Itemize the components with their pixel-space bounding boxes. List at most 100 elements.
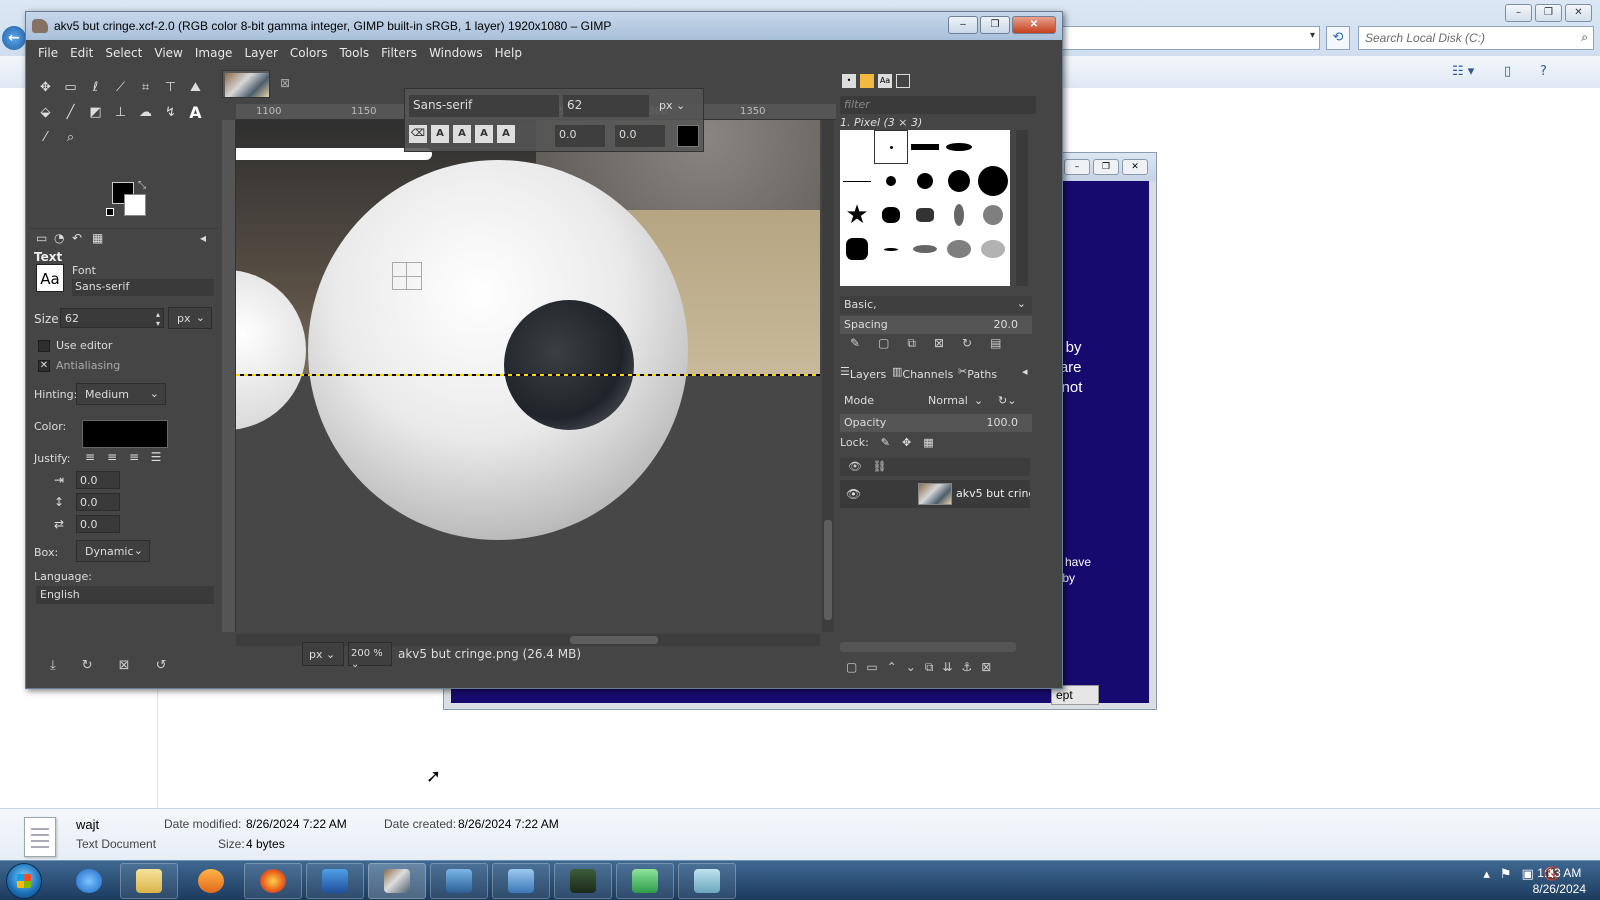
- clock[interactable]: 1:13 AM 8/26/2024: [1533, 865, 1586, 897]
- open-brush-icon[interactable]: ▤: [990, 336, 1001, 351]
- brush-item[interactable]: [976, 164, 1010, 198]
- size-unit-select[interactable]: px ⌄: [168, 307, 212, 329]
- images-tab-icon[interactable]: ▦: [92, 231, 103, 245]
- brush-item[interactable]: [840, 164, 874, 198]
- taskbar-window-3[interactable]: [492, 863, 550, 899]
- help-icon[interactable]: ?: [1540, 64, 1547, 79]
- gimp-maximize-button[interactable]: ❐: [980, 16, 1010, 34]
- brush-item[interactable]: [840, 232, 874, 266]
- delete-options-icon[interactable]: ⊠: [119, 658, 130, 673]
- move-tool-icon[interactable]: ✥: [34, 76, 57, 99]
- edit-brush-icon[interactable]: ✎: [850, 336, 860, 351]
- menu-select[interactable]: Select: [99, 40, 148, 66]
- device-status-tab-icon[interactable]: ◔: [54, 231, 64, 245]
- brush-item[interactable]: [874, 198, 908, 232]
- tab-layers[interactable]: ☰ Layers: [840, 365, 886, 381]
- refresh-brushes-icon[interactable]: ↻: [962, 336, 972, 351]
- new-layer-group-icon[interactable]: ▭: [866, 660, 877, 675]
- lower-layer-icon[interactable]: ⌄: [906, 660, 916, 675]
- taskbar-gimp[interactable]: [368, 863, 426, 899]
- taskbar-app[interactable]: [306, 863, 364, 899]
- brush-item[interactable]: [908, 164, 942, 198]
- menu-colors[interactable]: Colors: [284, 40, 334, 66]
- gimp-close-button[interactable]: ✕: [1012, 16, 1056, 34]
- bucket-fill-tool-icon[interactable]: ⬙: [34, 101, 57, 124]
- justify-center-icon[interactable]: ≡: [126, 450, 142, 464]
- box-select[interactable]: Dynamic ⌄: [76, 540, 150, 562]
- lock-alpha-icon[interactable]: ▦: [923, 436, 933, 449]
- taskbar-window-2[interactable]: [430, 863, 488, 899]
- text-color-button[interactable]: [82, 420, 168, 448]
- background-color-swatch[interactable]: [124, 194, 146, 216]
- configure-tab-icon[interactable]: ◂: [200, 231, 206, 245]
- text-tool-icon[interactable]: A: [184, 101, 207, 124]
- paths-tool-icon[interactable]: ↯: [159, 101, 182, 124]
- lock-pixels-icon[interactable]: ✎: [881, 436, 890, 449]
- zoom-select[interactable]: 200 % ⌄: [348, 642, 392, 670]
- view-options-icon[interactable]: ☷ ▾: [1452, 64, 1474, 79]
- restore-options-icon[interactable]: ↻: [82, 658, 93, 673]
- refresh-icon[interactable]: ⟲: [1326, 26, 1350, 50]
- baseline-input[interactable]: 0.0: [555, 125, 605, 147]
- dialog-minimize-button[interactable]: –: [1064, 159, 1090, 175]
- mode-switch-icon[interactable]: ↻⌄: [998, 394, 1016, 407]
- close-button[interactable]: ✕: [1565, 4, 1592, 22]
- tool-options-tab-icon[interactable]: ▭: [36, 231, 47, 245]
- taskbar-window-4[interactable]: [554, 863, 612, 899]
- delete-brush-icon[interactable]: ⊠: [934, 336, 944, 351]
- kerning-input[interactable]: 0.0: [615, 125, 665, 147]
- dialog-close-button[interactable]: ✕: [1122, 159, 1148, 175]
- otb-size-input[interactable]: 62: [563, 95, 649, 117]
- brush-set-select[interactable]: Basic, ⌄: [840, 296, 1032, 314]
- text-box-frame[interactable]: [392, 262, 422, 290]
- justify-right-icon[interactable]: ≡: [104, 450, 120, 464]
- brush-item[interactable]: [976, 198, 1010, 232]
- undo-history-tab-icon[interactable]: ↶: [72, 231, 82, 245]
- taskbar-window-6[interactable]: [678, 863, 736, 899]
- tab-channels[interactable]: ▥ Channels: [892, 365, 953, 381]
- menu-filters[interactable]: Filters: [375, 40, 423, 66]
- vertical-ruler[interactable]: [222, 120, 236, 632]
- gimp-minimize-button[interactable]: –: [948, 16, 978, 34]
- image-tab[interactable]: [222, 70, 270, 98]
- menu-image[interactable]: Image: [189, 40, 239, 66]
- spacing-slider[interactable]: Spacing 20.0: [840, 316, 1032, 334]
- gradients-tab-icon[interactable]: [896, 74, 910, 88]
- fuzzy-select-tool-icon[interactable]: ⟋: [109, 76, 132, 99]
- scroll-thumb[interactable]: [824, 520, 832, 620]
- language-input[interactable]: English: [36, 586, 214, 604]
- address-bar[interactable]: ▾: [1060, 26, 1320, 50]
- menu-view[interactable]: View: [148, 40, 188, 66]
- font-entry[interactable]: Sans-serif: [72, 279, 214, 296]
- layers-scrollbar[interactable]: [840, 642, 1016, 652]
- reset-options-icon[interactable]: ↺: [156, 658, 167, 673]
- opacity-slider[interactable]: Opacity 100.0: [840, 414, 1032, 432]
- close-tab-icon[interactable]: ⊠: [280, 76, 290, 90]
- save-options-icon[interactable]: ⤓: [50, 658, 56, 673]
- brush-item[interactable]: [976, 232, 1010, 266]
- layer-row[interactable]: 👁 akv5 but cringe.png: [840, 480, 1030, 508]
- tab-paths[interactable]: ✂ Paths: [958, 365, 997, 381]
- brush-item[interactable]: [942, 164, 976, 198]
- use-editor-checkbox[interactable]: [38, 340, 50, 352]
- restore-button[interactable]: ❐: [1535, 4, 1562, 22]
- brush-item[interactable]: [942, 198, 976, 232]
- delete-layer-icon[interactable]: ⊠: [981, 660, 991, 675]
- brush-item[interactable]: [908, 198, 942, 232]
- eraser-tool-icon[interactable]: ◩: [84, 101, 107, 124]
- menu-help[interactable]: Help: [489, 40, 528, 66]
- otb-font-input[interactable]: Sans-serif: [409, 95, 559, 117]
- layer-name[interactable]: akv5 but cringe.png: [956, 487, 1030, 500]
- color-picker-tool-icon[interactable]: ⁄: [34, 126, 57, 149]
- taskbar-explorer[interactable]: [120, 863, 178, 899]
- patterns-tab-icon[interactable]: [860, 74, 874, 88]
- image-canvas[interactable]: [236, 120, 820, 632]
- configure-tab-icon[interactable]: ◂: [1022, 365, 1028, 378]
- unit-select[interactable]: px ⌄: [302, 642, 344, 666]
- taskbar-window-5[interactable]: [616, 863, 674, 899]
- brush-grid[interactable]: ★: [840, 130, 1010, 286]
- free-select-tool-icon[interactable]: ℓ: [84, 76, 107, 99]
- brush-item[interactable]: [942, 232, 976, 266]
- fonts-tab-icon[interactable]: Aa: [878, 74, 892, 88]
- brush-item[interactable]: [874, 164, 908, 198]
